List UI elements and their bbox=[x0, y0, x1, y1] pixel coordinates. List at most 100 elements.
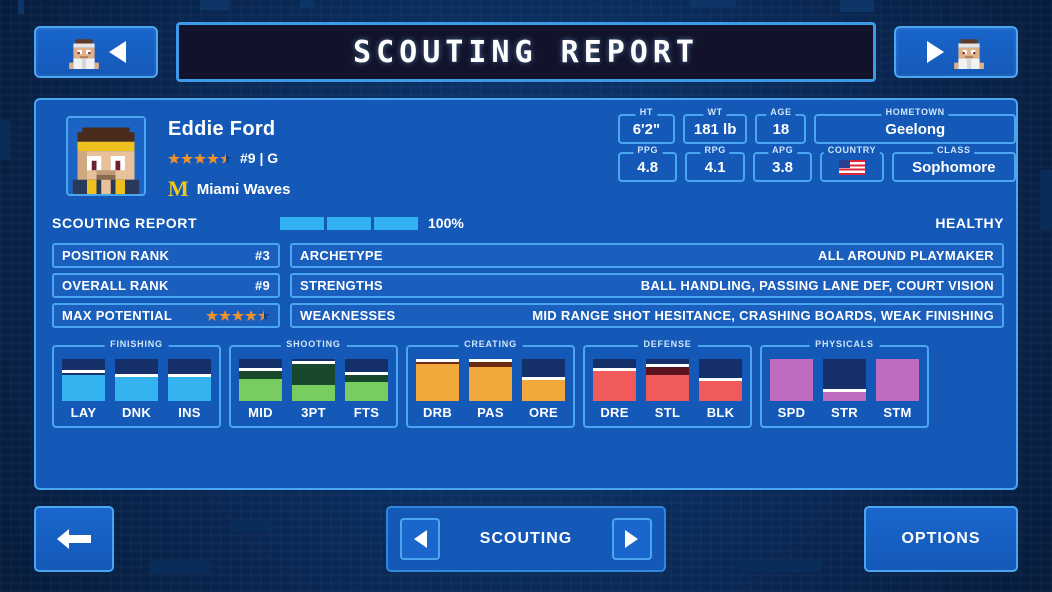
scouting-row-value: MID RANGE SHOT HESITANCE, CRASHING BOARD… bbox=[532, 308, 994, 323]
previous-section-button[interactable] bbox=[400, 518, 440, 560]
previous-player-button[interactable] bbox=[34, 26, 158, 78]
stat-chip-value: 18 bbox=[772, 120, 790, 138]
attribute-dre[interactable]: DRE bbox=[593, 359, 636, 420]
attribute-pas[interactable]: PAS bbox=[469, 359, 512, 420]
attribute-bar bbox=[345, 359, 388, 401]
attribute-current-fill bbox=[469, 366, 512, 401]
scouting-row-strengths: STRENGTHS BALL HANDLING, PASSING LANE DEF… bbox=[290, 273, 1004, 298]
stat-chip-class: CLASS Sophomore bbox=[891, 145, 1017, 182]
attribute-label: LAY bbox=[70, 405, 97, 420]
star-icon bbox=[194, 152, 206, 164]
attribute-group-physicals: PHYSICALS SPD STR STM bbox=[760, 339, 929, 428]
team-logo-icon: M bbox=[168, 176, 189, 201]
stat-chip-rpg: RPG 4.1 bbox=[685, 145, 745, 182]
attribute-potential-marker bbox=[699, 377, 742, 381]
stat-chip-label: PPG bbox=[633, 145, 663, 155]
stat-chip-label: APG bbox=[767, 145, 798, 155]
scouting-section-label: SCOUTING REPORT bbox=[52, 215, 198, 231]
scouting-row-value: #9 bbox=[254, 278, 270, 293]
bg-pixel-decor bbox=[150, 560, 210, 574]
attribute-current-fill bbox=[522, 380, 565, 401]
stat-chip-hometown: HOMETOWN Geelong bbox=[814, 107, 1016, 144]
stat-chip-label: AGE bbox=[766, 107, 796, 117]
attribute-ore[interactable]: ORE bbox=[522, 359, 565, 420]
attribute-group-shooting: SHOOTING MID 3PT FTS bbox=[229, 339, 398, 428]
attribute-drb[interactable]: DRB bbox=[416, 359, 459, 420]
attribute-label: INS bbox=[178, 405, 201, 420]
star-icon bbox=[219, 310, 231, 321]
attribute-current-fill bbox=[168, 377, 211, 401]
season-stats-row: PPG 4.8 RPG 4.1 APG 3.8 COUNTRY CLASS Sophomore bbox=[618, 145, 1017, 182]
stat-chip-label: CLASS bbox=[933, 145, 975, 155]
profile-rows: ARCHETYPE ALL AROUND PLAYMAKER STRENGTHS BA… bbox=[290, 243, 1004, 333]
attribute-stm[interactable]: STM bbox=[876, 359, 919, 420]
attribute-current-fill bbox=[593, 370, 636, 401]
attribute-potential-marker bbox=[345, 371, 388, 375]
attribute-current-fill bbox=[62, 374, 105, 401]
scouting-progress-bar bbox=[280, 216, 418, 230]
health-status-badge: HEALTHY bbox=[935, 215, 1004, 231]
stat-chip-age: AGE 18 bbox=[755, 107, 807, 144]
attribute-bar bbox=[168, 359, 211, 401]
player-jersey-position: #9 | G bbox=[240, 150, 279, 166]
scouting-row-key: WEAKNESSES bbox=[300, 308, 396, 323]
attribute-ins[interactable]: INS bbox=[168, 359, 211, 420]
next-section-button[interactable] bbox=[611, 518, 652, 560]
scouting-row-archetype: ARCHETYPE ALL AROUND PLAYMAKER bbox=[290, 243, 1004, 268]
bg-pixel-decor bbox=[230, 520, 270, 532]
current-section-label: SCOUTING bbox=[479, 530, 573, 547]
attribute-bar bbox=[239, 359, 282, 401]
stat-chip-value: 4.1 bbox=[704, 158, 726, 176]
attribute-str[interactable]: STR bbox=[823, 359, 866, 420]
attribute-potential-marker bbox=[823, 388, 866, 392]
attribute-mid[interactable]: MID bbox=[239, 359, 282, 420]
star-icon bbox=[232, 310, 244, 321]
attribute-stl[interactable]: STL bbox=[646, 359, 689, 420]
player-name: Eddie Ford bbox=[168, 118, 276, 140]
back-button[interactable] bbox=[34, 506, 114, 572]
attribute-group-label: PHYSICALS bbox=[809, 339, 880, 349]
attribute-bar bbox=[522, 359, 565, 401]
top-navigation-bar: SCOUTING REPORT bbox=[0, 0, 1052, 92]
attribute-bar bbox=[699, 359, 742, 401]
chevron-left-icon bbox=[108, 41, 126, 63]
stat-chip-value: 3.8 bbox=[772, 158, 794, 176]
attribute-label: 3PT bbox=[301, 405, 326, 420]
scouting-row-max-potential: MAX POTENTIAL bbox=[52, 303, 280, 328]
attribute-potential-fill bbox=[292, 364, 335, 386]
attribute-bar bbox=[115, 359, 158, 401]
options-button[interactable]: OPTIONS bbox=[864, 506, 1018, 572]
attribute-current-fill bbox=[416, 364, 459, 401]
attribute-bar bbox=[770, 359, 813, 401]
player-avatar bbox=[66, 116, 146, 196]
vitals-row: HT 6'2" WT 181 lb AGE 18 HOMETOWN Geelong bbox=[618, 107, 1016, 144]
attribute-bar bbox=[646, 359, 689, 401]
attribute-lay[interactable]: LAY bbox=[62, 359, 105, 420]
attribute-groups: FINISHING LAY DNK INS SHOOTING MID 3PT FTS CREAT… bbox=[52, 339, 1004, 428]
scouting-row-key: STRENGTHS bbox=[300, 278, 383, 293]
attribute-potential-marker bbox=[62, 370, 105, 374]
stat-chip-value: 6'2" bbox=[632, 120, 661, 138]
half-star-icon bbox=[220, 152, 232, 164]
attribute-dnk[interactable]: DNK bbox=[115, 359, 158, 420]
attribute-bar bbox=[292, 359, 335, 401]
attribute-potential-fill bbox=[345, 374, 388, 383]
usa-flag-icon bbox=[838, 159, 865, 175]
attribute-group-label: DEFENSE bbox=[637, 339, 698, 349]
attribute-group-label: CREATING bbox=[458, 339, 523, 349]
attribute-potential-marker bbox=[416, 359, 459, 362]
attribute-group-finishing: FINISHING LAY DNK INS bbox=[52, 339, 221, 428]
attribute-fts[interactable]: FTS bbox=[345, 359, 388, 420]
attribute-3pt[interactable]: 3PT bbox=[292, 359, 335, 420]
scouting-row-value: BALL HANDLING, PASSING LANE DEF, COURT V… bbox=[640, 278, 994, 293]
progress-segment bbox=[327, 216, 371, 230]
attribute-blk[interactable]: BLK bbox=[699, 359, 742, 420]
bg-pixel-decor bbox=[0, 120, 10, 160]
attribute-group-label: FINISHING bbox=[104, 339, 169, 349]
attribute-group-label: SHOOTING bbox=[280, 339, 347, 349]
star-icon bbox=[245, 310, 257, 321]
attribute-label: STL bbox=[654, 405, 681, 420]
stat-chip-label: WT bbox=[703, 107, 727, 117]
next-player-button[interactable] bbox=[894, 26, 1018, 78]
attribute-spd[interactable]: SPD bbox=[770, 359, 813, 420]
